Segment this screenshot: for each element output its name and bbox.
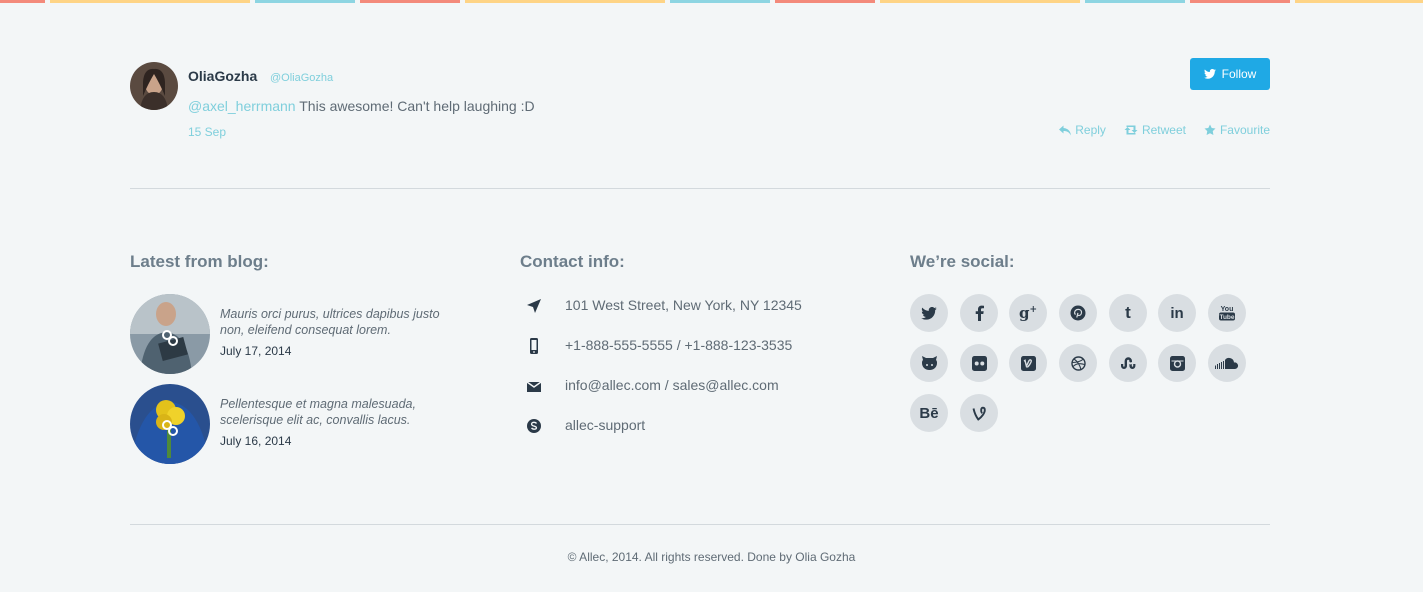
blog-post-date: July 16, 2014 (220, 434, 292, 448)
blog-section-title: Latest from blog: (130, 252, 269, 271)
vine-icon (972, 406, 986, 421)
youtube-button[interactable]: You Tube (1208, 294, 1246, 332)
twitter-icon (1203, 69, 1216, 79)
divider (130, 188, 1270, 189)
behance-icon: Bē (919, 404, 939, 422)
blog-thumbnail[interactable] (130, 294, 210, 374)
favourite-action[interactable]: Favourite (1204, 123, 1270, 137)
flickr-button[interactable] (960, 344, 998, 382)
tweet-text: @axel_herrmann This awesome! Can't help … (188, 98, 535, 114)
github-button[interactable] (910, 344, 948, 382)
pinterest-icon (1070, 305, 1086, 321)
mobile-phone-icon (530, 338, 538, 354)
contact-phone: +1-888-555-5555 / +1-888-123-3535 (520, 335, 880, 359)
tumblr-icon: t (1125, 303, 1131, 322)
dribbble-icon (1070, 355, 1086, 371)
tweet-date[interactable]: 15 Sep (188, 125, 226, 139)
tweet-actions: Reply Retweet Favourite (1059, 123, 1270, 137)
contact-email: info@allec.com / sales@allec.com (520, 375, 880, 399)
vimeo-button[interactable] (1009, 344, 1047, 382)
flickr-icon (971, 355, 987, 371)
blog-post[interactable]: Pellentesque et magna malesuada, sceleri… (130, 384, 470, 464)
blog-post-excerpt[interactable]: Mauris orci purus, ultrices dapibus just… (220, 306, 460, 338)
avatar[interactable] (130, 62, 178, 110)
reply-icon (1059, 125, 1072, 135)
tweet-card: OliaGozha @OliaGozha @axel_herrmann This… (130, 58, 1270, 152)
tweet-author-name[interactable]: OliaGozha (188, 68, 257, 84)
behance-button[interactable]: Bē (910, 394, 948, 432)
social-section-title: We’re social: (910, 252, 1015, 271)
contact-address: 101 West Street, New York, NY 12345 (520, 295, 880, 319)
google-plus-icon: g+ (1018, 304, 1038, 322)
star-icon (1204, 124, 1216, 135)
twitter-icon (921, 306, 937, 320)
vine-button[interactable] (960, 394, 998, 432)
svg-text:Tube: Tube (1219, 314, 1234, 321)
contact-email-text[interactable]: info@allec.com / sales@allec.com (565, 377, 779, 393)
stumbleupon-button[interactable] (1109, 344, 1147, 382)
retweet-label: Retweet (1141, 123, 1186, 137)
youtube-icon: YouTube (1219, 306, 1235, 321)
twitter-button[interactable] (910, 294, 948, 332)
facebook-button[interactable] (960, 294, 998, 332)
follow-button[interactable]: Follow (1190, 58, 1270, 90)
instagram-icon (1169, 355, 1185, 371)
blog-post-excerpt[interactable]: Pellentesque et magna malesuada, sceleri… (220, 396, 460, 428)
vimeo-icon (1020, 355, 1036, 371)
tweet-author-handle[interactable]: @OliaGozha (270, 72, 333, 84)
follow-button-label: Follow (1221, 67, 1257, 81)
soundcloud-button[interactable] (1208, 344, 1246, 382)
linkedin-button[interactable]: in (1158, 294, 1196, 332)
contact-skype-text[interactable]: allec-support (565, 417, 645, 433)
facebook-icon (975, 305, 984, 321)
tumblr-button[interactable]: t (1109, 294, 1147, 332)
pinterest-button[interactable] (1059, 294, 1097, 332)
tweet-body: This awesome! Can't help laughing :D (295, 98, 535, 114)
retweet-action[interactable]: Retweet (1124, 123, 1186, 137)
github-icon (921, 355, 937, 370)
blog-thumbnail[interactable] (130, 384, 210, 464)
soundcloud-icon (1215, 357, 1239, 369)
svg-text:You: You (1221, 306, 1234, 313)
top-color-bar (0, 0, 1423, 3)
footer-divider (130, 524, 1270, 525)
contact-skype: allec-support (520, 415, 880, 439)
blog-post[interactable]: Mauris orci purus, ultrices dapibus just… (130, 294, 470, 374)
envelope-icon (526, 381, 542, 392)
stumbleupon-icon (1121, 357, 1136, 369)
contact-section-title: Contact info: (520, 252, 625, 271)
blog-post-date: July 17, 2014 (220, 344, 292, 358)
copyright-text: © Allec, 2014. All rights reserved. Done… (567, 550, 856, 564)
retweet-icon (1124, 125, 1138, 135)
contact-address-text: 101 West Street, New York, NY 12345 (565, 297, 802, 313)
skype-icon (527, 419, 541, 433)
reply-label: Reply (1075, 123, 1106, 137)
contact-phone-text[interactable]: +1-888-555-5555 / +1-888-123-3535 (565, 337, 792, 353)
reply-action[interactable]: Reply (1059, 123, 1106, 137)
linkedin-icon: in (1170, 304, 1184, 322)
location-arrow-icon (527, 299, 541, 313)
favourite-label: Favourite (1219, 123, 1270, 137)
dribbble-button[interactable] (1059, 344, 1097, 382)
google-plus-button[interactable]: g+ (1009, 294, 1047, 332)
instagram-button[interactable] (1158, 344, 1196, 382)
tweet-mention-link[interactable]: @axel_herrmann (188, 98, 296, 114)
